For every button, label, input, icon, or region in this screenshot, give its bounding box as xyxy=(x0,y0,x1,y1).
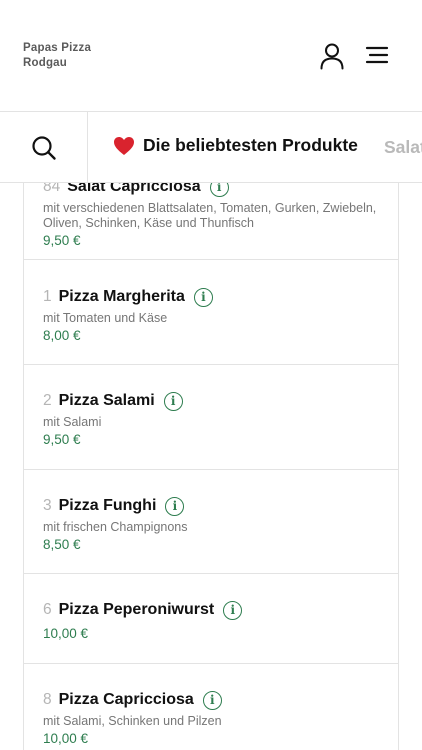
product-name: Pizza Margherita xyxy=(58,288,185,305)
product-item[interactable]: 3 Pizza Funghi i mit frischen Champignon… xyxy=(24,470,398,574)
product-title: 2 Pizza Salami i xyxy=(43,389,398,413)
product-item[interactable]: 1 Pizza Margherita i mit Tomaten und Käs… xyxy=(24,260,398,365)
product-title: 8 Pizza Capricciosa i xyxy=(43,688,398,712)
product-number: 2 xyxy=(43,392,52,409)
brand-line-2: Rodgau xyxy=(23,57,67,69)
search-button[interactable] xyxy=(0,112,88,182)
product-item[interactable]: 6 Pizza Peperoniwurst i 10,00 € xyxy=(24,574,398,664)
info-icon[interactable]: i xyxy=(223,600,243,620)
info-icon[interactable]: i xyxy=(209,183,229,197)
product-title: 84 Salat Capricciosa i xyxy=(43,183,398,199)
product-title: 1 Pizza Margherita i xyxy=(43,285,398,309)
category-tab-salads[interactable]: Salate xyxy=(384,137,422,158)
product-list: 84 Salat Capricciosa i mit verschiedenen… xyxy=(23,183,399,750)
product-number: 8 xyxy=(43,691,52,708)
info-icon[interactable]: i xyxy=(193,287,213,307)
product-item[interactable]: 8 Pizza Capricciosa i mit Salami, Schink… xyxy=(24,664,398,750)
product-description: mit verschiedenen Blattsalaten, Tomaten,… xyxy=(43,201,377,230)
category-tab-popular[interactable]: Die beliebtesten Produkte xyxy=(113,135,358,156)
category-tab-label: Die beliebtesten Produkte xyxy=(143,135,358,155)
product-price: 9,50 € xyxy=(43,432,81,447)
brand-line-1: Papas Pizza xyxy=(23,42,92,54)
info-icon[interactable]: i xyxy=(163,391,183,411)
product-price: 10,00 € xyxy=(43,731,89,746)
product-name: Pizza Peperoniwurst xyxy=(58,601,215,618)
product-title: 6 Pizza Peperoniwurst i xyxy=(43,598,398,622)
hamburger-menu-icon[interactable] xyxy=(363,44,391,68)
product-price: 9,50 € xyxy=(43,233,81,248)
app-header: Papas Pizza Rodgau xyxy=(0,0,422,112)
info-icon[interactable]: i xyxy=(165,496,185,516)
product-number: 84 xyxy=(43,183,61,195)
product-description: mit Salami xyxy=(43,415,102,429)
product-name: Salat Capricciosa xyxy=(67,183,201,195)
product-description: mit Salami, Schinken und Pilzen xyxy=(43,714,222,728)
search-icon xyxy=(31,135,56,160)
product-description: mit frischen Champignons xyxy=(43,520,188,534)
product-name: Pizza Capricciosa xyxy=(58,691,194,708)
product-item[interactable]: 84 Salat Capricciosa i mit verschiedenen… xyxy=(24,183,398,260)
restaurant-name[interactable]: Papas Pizza Rodgau xyxy=(23,41,91,71)
product-price: 10,00 € xyxy=(43,626,89,641)
heart-icon xyxy=(113,136,135,156)
info-icon[interactable]: i xyxy=(202,690,222,710)
product-number: 3 xyxy=(43,497,52,514)
product-title: 3 Pizza Funghi i xyxy=(43,494,398,518)
product-name: Pizza Salami xyxy=(58,392,155,409)
product-number: 6 xyxy=(43,601,52,618)
product-name: Pizza Funghi xyxy=(58,497,157,514)
user-icon[interactable] xyxy=(318,42,346,70)
product-item[interactable]: 2 Pizza Salami i mit Salami 9,50 € xyxy=(24,365,398,470)
product-price: 8,50 € xyxy=(43,537,81,552)
category-bar: Die beliebtesten Produkte Salate xyxy=(0,112,422,183)
product-description: mit Tomaten und Käse xyxy=(43,311,168,325)
product-price: 8,00 € xyxy=(43,328,81,343)
product-number: 1 xyxy=(43,288,52,305)
